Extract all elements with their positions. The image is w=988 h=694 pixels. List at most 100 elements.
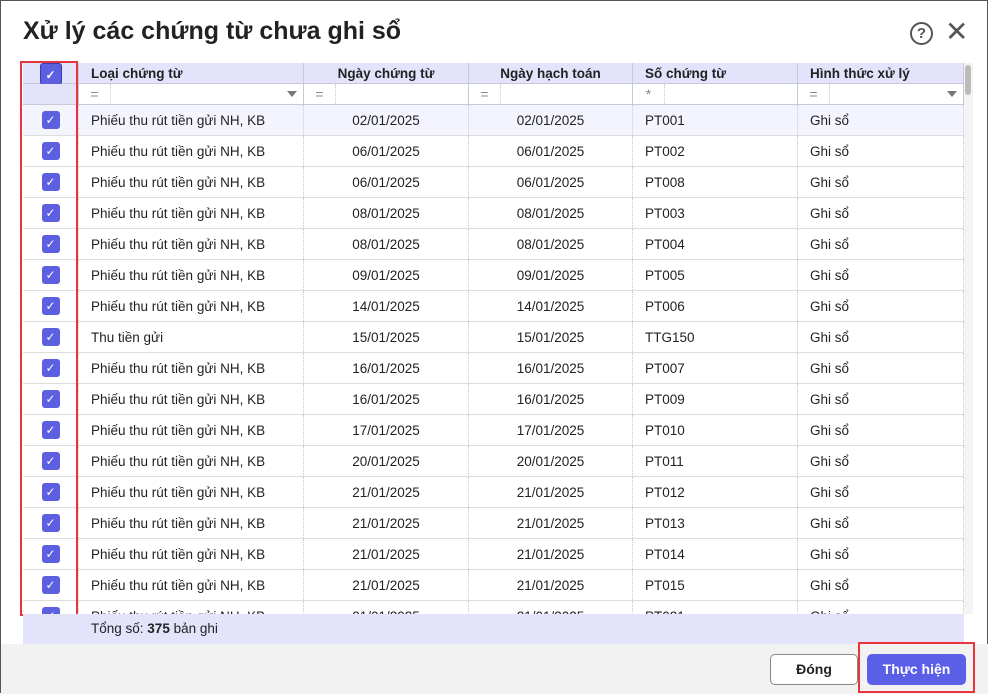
table-row[interactable]: ✓ Phiếu thu rút tiền gửi NH, KB 14/01/2025… xyxy=(23,291,964,322)
table-cell: TTG150 xyxy=(633,322,798,352)
row-checkbox[interactable]: ✓ xyxy=(41,297,60,315)
filter-operator[interactable]: = xyxy=(469,84,501,104)
row-checkbox[interactable]: ✓ xyxy=(41,173,60,191)
table-cell: Ghi sổ xyxy=(798,508,964,538)
filter-cell[interactable]: = xyxy=(79,84,304,104)
table-row[interactable]: ✓ Thu tiền gửi 15/01/2025 15/01/2025 TTG150 G… xyxy=(23,322,964,353)
table-cell: Ghi sổ xyxy=(798,384,964,414)
table-cell: 15/01/2025 xyxy=(304,322,469,352)
table-row[interactable]: ✓ Phiếu thu rút tiền gửi NH, KB 09/01/2025… xyxy=(23,260,964,291)
table-cell: Thu tiền gửi xyxy=(79,322,304,352)
table-cell: Ghi sổ xyxy=(798,539,964,569)
table-cell: Phiếu thu rút tiền gửi NH, KB xyxy=(79,105,304,135)
table-cell: Phiếu thu rút tiền gửi NH, KB xyxy=(79,508,304,538)
filter-operator[interactable]: * xyxy=(633,84,665,104)
table-cell: PT021 xyxy=(633,601,798,614)
table-row[interactable]: ✓Phiếu thu rút tiền gửi NH, KB21/01/2025… xyxy=(23,570,964,601)
col-header[interactable]: Loại chứng từ xyxy=(79,63,304,83)
table-cell: Ghi sổ xyxy=(798,105,964,135)
dropdown-icon[interactable] xyxy=(947,91,957,97)
row-checkbox[interactable]: ✓ xyxy=(41,328,60,346)
row-checkbox[interactable]: ✓ xyxy=(41,545,60,563)
col-header[interactable]: Ngày chứng từ xyxy=(304,63,469,83)
help-icon[interactable]: ? xyxy=(910,22,933,45)
table-cell: PT014 xyxy=(633,539,798,569)
col-header[interactable]: Ngày hạch toán xyxy=(469,63,633,83)
voucher-grid: ✓ Loại chứng từ Ngày chứng từ Ngày hạch … xyxy=(23,63,973,614)
row-checkbox[interactable]: ✓ xyxy=(41,359,60,377)
select-all-checkbox[interactable]: ✓ xyxy=(39,63,62,85)
table-cell: 16/01/2025 xyxy=(469,384,633,414)
filter-cell[interactable]: * xyxy=(633,84,798,104)
vertical-scrollbar[interactable] xyxy=(964,63,973,614)
table-cell: PT006 xyxy=(633,291,798,321)
table-cell: Ghi sổ xyxy=(798,446,964,476)
table-cell: Ghi sổ xyxy=(798,291,964,321)
table-cell: 21/01/2025 xyxy=(469,601,633,614)
row-checkbox[interactable]: ✓ xyxy=(41,421,60,439)
table-cell: PT005 xyxy=(633,260,798,290)
table-row[interactable]: ✓Phiếu thu rút tiền gửi NH, KB21/01/2025… xyxy=(23,477,964,508)
table-cell: Phiếu thu rút tiền gửi NH, KB xyxy=(79,198,304,228)
row-checkbox[interactable]: ✓ xyxy=(41,514,60,532)
table-cell: 21/01/2025 xyxy=(469,539,633,569)
table-cell: PT015 xyxy=(633,570,798,600)
filter-cell[interactable]: = xyxy=(304,84,469,104)
row-checkbox[interactable]: ✓ xyxy=(41,452,60,470)
row-checkbox[interactable]: ✓ xyxy=(41,390,60,408)
table-cell: Ghi sổ xyxy=(798,601,964,614)
table-cell: Phiếu thu rút tiền gửi NH, KB xyxy=(79,415,304,445)
table-row[interactable]: ✓ Phiếu thu rút tiền gửi NH, KB 06/01/2025… xyxy=(23,167,964,198)
table-cell: PT001 xyxy=(633,105,798,135)
table-cell: Ghi sổ xyxy=(798,415,964,445)
table-row[interactable]: ✓Phiếu thu rút tiền gửi NH, KB21/01/2025… xyxy=(23,508,964,539)
table-cell: Phiếu thu rút tiền gửi NH, KB xyxy=(79,167,304,197)
table-row[interactable]: ✓ Phiếu thu rút tiền gửi NH, KB 08/01/2025… xyxy=(23,229,964,260)
dropdown-icon[interactable] xyxy=(287,91,297,97)
table-row[interactable]: ✓ Phiếu thu rút tiền gửi NH, KB 06/01/2025… xyxy=(23,136,964,167)
table-cell: 06/01/2025 xyxy=(304,136,469,166)
table-cell: 21/01/2025 xyxy=(304,601,469,614)
row-checkbox[interactable]: ✓ xyxy=(41,204,60,222)
table-cell: Ghi sổ xyxy=(798,136,964,166)
row-checkbox[interactable]: ✓ xyxy=(41,235,60,253)
table-row[interactable]: ✓ Phiếu thu rút tiền gửi NH, KB 20/01/2025… xyxy=(23,446,964,477)
filter-operator[interactable]: = xyxy=(79,84,111,104)
filter-operator[interactable]: = xyxy=(798,84,830,104)
table-cell: Phiếu thu rút tiền gửi NH, KB xyxy=(79,446,304,476)
close-button[interactable]: Đóng xyxy=(770,654,858,685)
table-cell: Ghi sổ xyxy=(798,260,964,290)
close-icon[interactable]: ✕ xyxy=(945,18,968,46)
filter-operator[interactable]: = xyxy=(304,84,336,104)
table-row[interactable]: ✓Phiếu thu rút tiền gửi NH, KB21/01/2025… xyxy=(23,601,964,614)
row-checkbox[interactable]: ✓ xyxy=(41,607,60,614)
table-row[interactable]: ✓ Phiếu thu rút tiền gửi NH, KB 16/01/2025… xyxy=(23,384,964,415)
row-checkbox[interactable]: ✓ xyxy=(41,576,60,594)
col-header[interactable]: Hình thức xử lý xyxy=(798,63,964,83)
dialog-title: Xử lý các chứng từ chưa ghi sổ xyxy=(23,17,402,45)
col-header[interactable]: Số chứng từ xyxy=(633,63,798,83)
table-row[interactable]: ✓ Phiếu thu rút tiền gửi NH, KB 17/01/2025… xyxy=(23,415,964,446)
row-checkbox[interactable]: ✓ xyxy=(41,142,60,160)
table-cell: PT011 xyxy=(633,446,798,476)
table-row[interactable]: ✓ Phiếu thu rút tiền gửi NH, KB 08/01/2025… xyxy=(23,198,964,229)
filter-cell[interactable]: = xyxy=(798,84,964,104)
table-cell: PT002 xyxy=(633,136,798,166)
table-row[interactable]: ✓Phiếu thu rút tiền gửi NH, KB21/01/2025… xyxy=(23,539,964,570)
table-cell: PT010 xyxy=(633,415,798,445)
row-checkbox[interactable]: ✓ xyxy=(41,111,60,129)
table-row[interactable]: ✓ Phiếu thu rút tiền gửi NH, KB 16/01/2025… xyxy=(23,353,964,384)
header-row: ✓ Loại chứng từ Ngày chứng từ Ngày hạch … xyxy=(23,63,964,85)
filter-cell[interactable]: = xyxy=(469,84,633,104)
table-row[interactable]: ✓ Phiếu thu rút tiền gửi NH, KB 02/01/2025… xyxy=(23,105,964,136)
row-checkbox[interactable]: ✓ xyxy=(41,483,60,501)
table-cell: 16/01/2025 xyxy=(469,353,633,383)
table-cell: PT008 xyxy=(633,167,798,197)
table-cell: Phiếu thu rút tiền gửi NH, KB xyxy=(79,477,304,507)
row-checkbox[interactable]: ✓ xyxy=(41,266,60,284)
table-cell: 21/01/2025 xyxy=(304,570,469,600)
table-cell: 09/01/2025 xyxy=(304,260,469,290)
table-cell: 08/01/2025 xyxy=(469,198,633,228)
scrollbar-thumb[interactable] xyxy=(965,65,971,95)
table-cell: 17/01/2025 xyxy=(469,415,633,445)
